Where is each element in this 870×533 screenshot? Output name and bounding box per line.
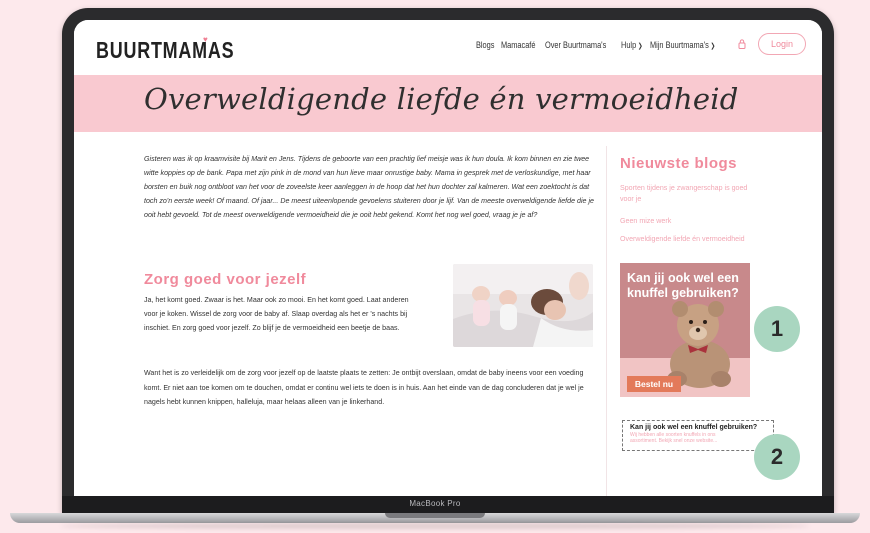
nav-item-over-buurtmamas[interactable]: Over Buurtmama's: [545, 40, 606, 50]
baby-photo: [453, 264, 593, 347]
page-title: Overweldigende liefde én vermoeidheid: [144, 82, 739, 116]
annotation-badge-1: 1: [754, 306, 800, 352]
login-button[interactable]: Login: [758, 33, 806, 55]
site-logo[interactable]: BUURTMAMAS: [96, 37, 234, 64]
article-intro: Gisteren was ik op kraamvisite bij Marit…: [144, 155, 594, 219]
nav-item-mijn-buurtmamas[interactable]: Mijn Buurtmama's ❯: [650, 40, 715, 50]
annotation-badge-2: 2: [754, 434, 800, 480]
nav-item-blogs[interactable]: Blogs: [476, 40, 494, 50]
section-heading: Zorg goed voor jezelf: [144, 271, 307, 288]
laptop-shadow: [60, 523, 810, 529]
device-label: MacBook Pro: [409, 499, 461, 508]
sidebar-heading: Nieuwste blogs: [620, 155, 738, 172]
section-text: Ja, het komt goed. Zwaar is het. Maar oo…: [144, 296, 409, 332]
main-nav: Blogs Mamacafé Over Buurtmama's Hulp ❯ Mi…: [476, 40, 721, 50]
site-header: BUURTMAMAS ♥ Blogs Mamacafé Over Buurtma…: [74, 20, 822, 75]
sidebar-blog-link[interactable]: Overweldigende liefde én vermoeidheid: [620, 234, 760, 245]
laptop-screen: BUURTMAMAS ♥ Blogs Mamacafé Over Buurtma…: [74, 20, 822, 496]
lock-icon[interactable]: [738, 39, 746, 49]
text-ad-title: Kan jij ook wel een knuffel gebruiken?: [630, 424, 758, 431]
ad-title: Kan jij ook wel een knuffel gebruiken?: [627, 271, 739, 300]
sidebar-blog-link[interactable]: Sporten tijdens je zwangerschap is goed …: [620, 183, 760, 205]
nav-item-hulp[interactable]: Hulp ❯: [621, 40, 643, 50]
sidebar-blog-link[interactable]: Geen mize werk: [620, 216, 760, 227]
chevron-down-icon: ❯: [710, 43, 715, 50]
teddy-bear-ad[interactable]: Kan jij ook wel een knuffel gebruiken? B…: [620, 263, 750, 397]
sidebar-divider: [606, 146, 607, 496]
text-ad[interactable]: Kan jij ook wel een knuffel gebruiken? W…: [622, 420, 774, 451]
nav-item-mamacafe[interactable]: Mamacafé: [501, 40, 535, 50]
order-now-button[interactable]: Bestel nu: [627, 376, 681, 392]
heart-icon: ♥: [203, 35, 208, 44]
hero-banner: Overweldigende liefde én vermoeidheid: [74, 75, 822, 132]
article-paragraph: Want het is zo verleidelijk om de zorg v…: [144, 369, 584, 406]
chevron-down-icon: ❯: [638, 43, 643, 50]
laptop-notch: [385, 513, 485, 518]
text-ad-body: Wij hebben alle soorten knuffels in ons …: [630, 432, 718, 444]
